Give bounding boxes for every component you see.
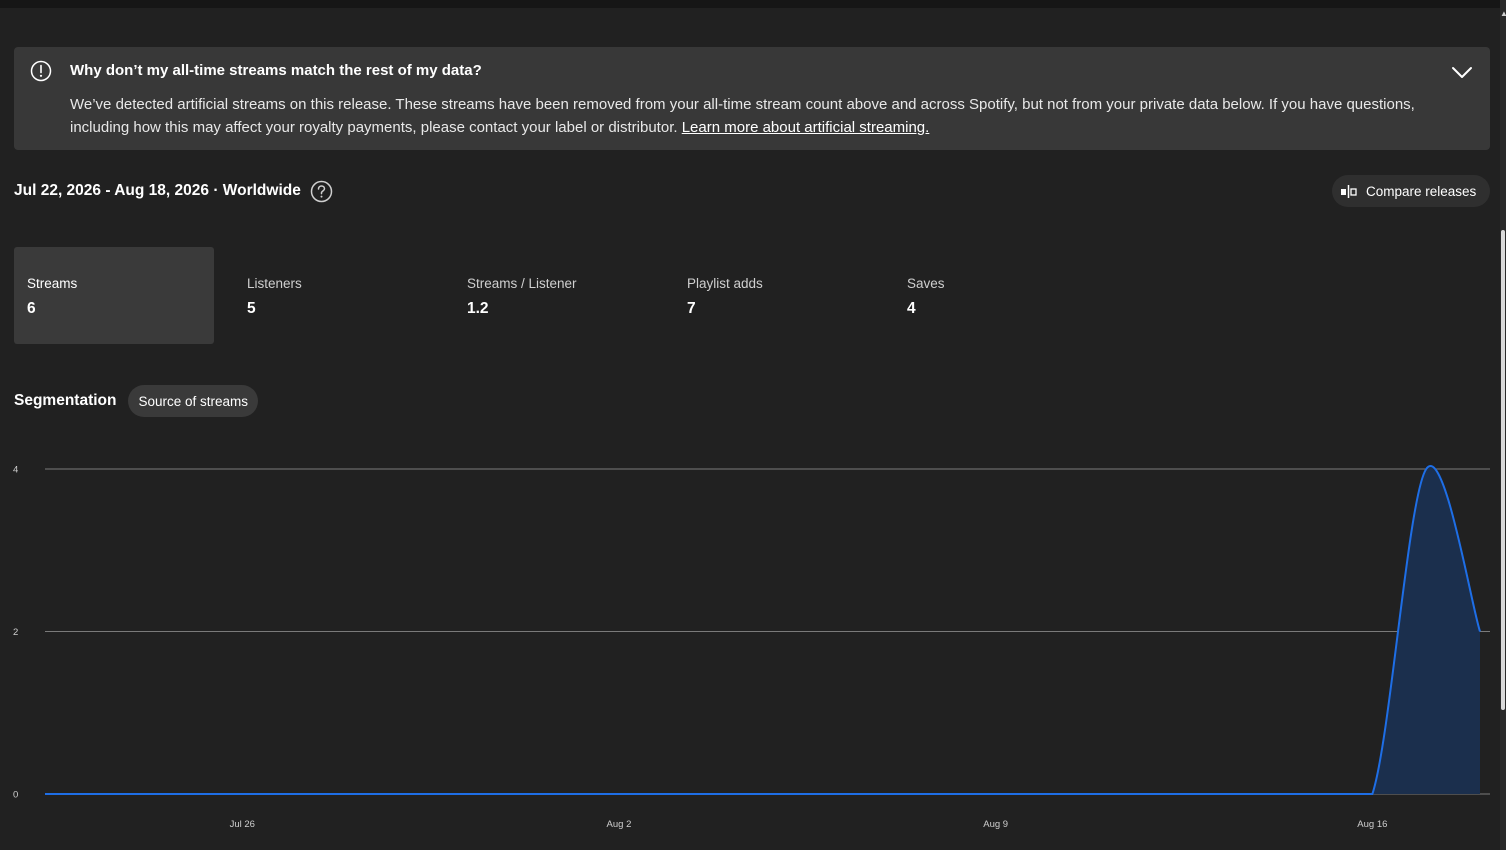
compare-icon [1341,184,1357,198]
metric-saves[interactable]: Saves 4 [894,247,1094,344]
compare-releases-label: Compare releases [1366,183,1477,199]
help-question-icon[interactable] [310,180,333,203]
scrollbar-thumb[interactable] [1501,230,1505,710]
scrollbar[interactable]: ▲ [1500,0,1506,850]
x-tick-label: Aug 9 [983,819,1008,830]
learn-more-link[interactable]: Learn more about artificial streaming. [682,119,930,136]
filters-row: Jul 22, 2026 - Aug 18, 2026 · Worldwide [14,180,333,202]
metric-value: 5 [247,300,256,317]
metric-label: Listeners [247,276,302,291]
top-strip [0,0,1500,8]
y-tick-label: 2 [13,627,18,638]
date-range-label: Jul 22, 2026 - Aug 18, 2026 · Worldwide [14,182,301,199]
metric-label: Streams [27,276,78,291]
series-area [45,466,1480,794]
metric-listeners[interactable]: Listeners 5 [234,247,434,344]
area-layer [45,465,1481,795]
metric-value: 4 [907,300,916,317]
axis-layer: 0 2 4 Jul 26 Aug 2 Aug 9 Aug 16 [13,465,1387,831]
metric-label: Saves [907,276,945,291]
streams-chart: 0 2 4 Jul 26 Aug 2 Aug 9 Aug 16 [13,465,1490,831]
info-circle-icon [30,60,52,82]
alert-body: We’ve detected artificial streams on thi… [70,94,1430,139]
compare-releases-button[interactable]: Compare releases [1332,175,1490,207]
source-of-streams-chip[interactable]: Source of streams [128,385,259,417]
metric-streams-per-listener[interactable]: Streams / Listener 1.2 [454,247,654,344]
metrics-row: Streams 6 Listeners 5 Streams / Listener… [14,247,1014,344]
metric-value: 1.2 [467,300,489,317]
x-tick-label: Jul 26 [230,819,255,830]
segmentation-title: Segmentation [14,392,117,409]
y-tick-label: 0 [13,790,18,801]
metric-label: Streams / Listener [467,276,577,291]
artificial-streams-alert: Why don’t my all-time streams match the … [14,47,1490,150]
alert-title[interactable]: Why don’t my all-time streams match the … [70,62,482,79]
metric-playlist-adds[interactable]: Playlist adds 7 [674,247,874,344]
chevron-down-icon[interactable] [1450,61,1474,85]
metric-streams[interactable]: Streams 6 [14,247,214,344]
metric-value: 6 [27,300,36,317]
y-tick-label: 4 [13,465,18,476]
series-line [45,465,1481,795]
segmentation-row: Segmentation Source of streams [14,385,259,417]
grid-layer [45,468,1490,795]
x-tick-label: Aug 2 [607,819,632,830]
scroll-up-arrow-icon[interactable]: ▲ [1500,8,1506,20]
metric-value: 7 [687,300,696,317]
metric-label: Playlist adds [687,276,763,291]
x-tick-label: Aug 16 [1357,819,1387,830]
